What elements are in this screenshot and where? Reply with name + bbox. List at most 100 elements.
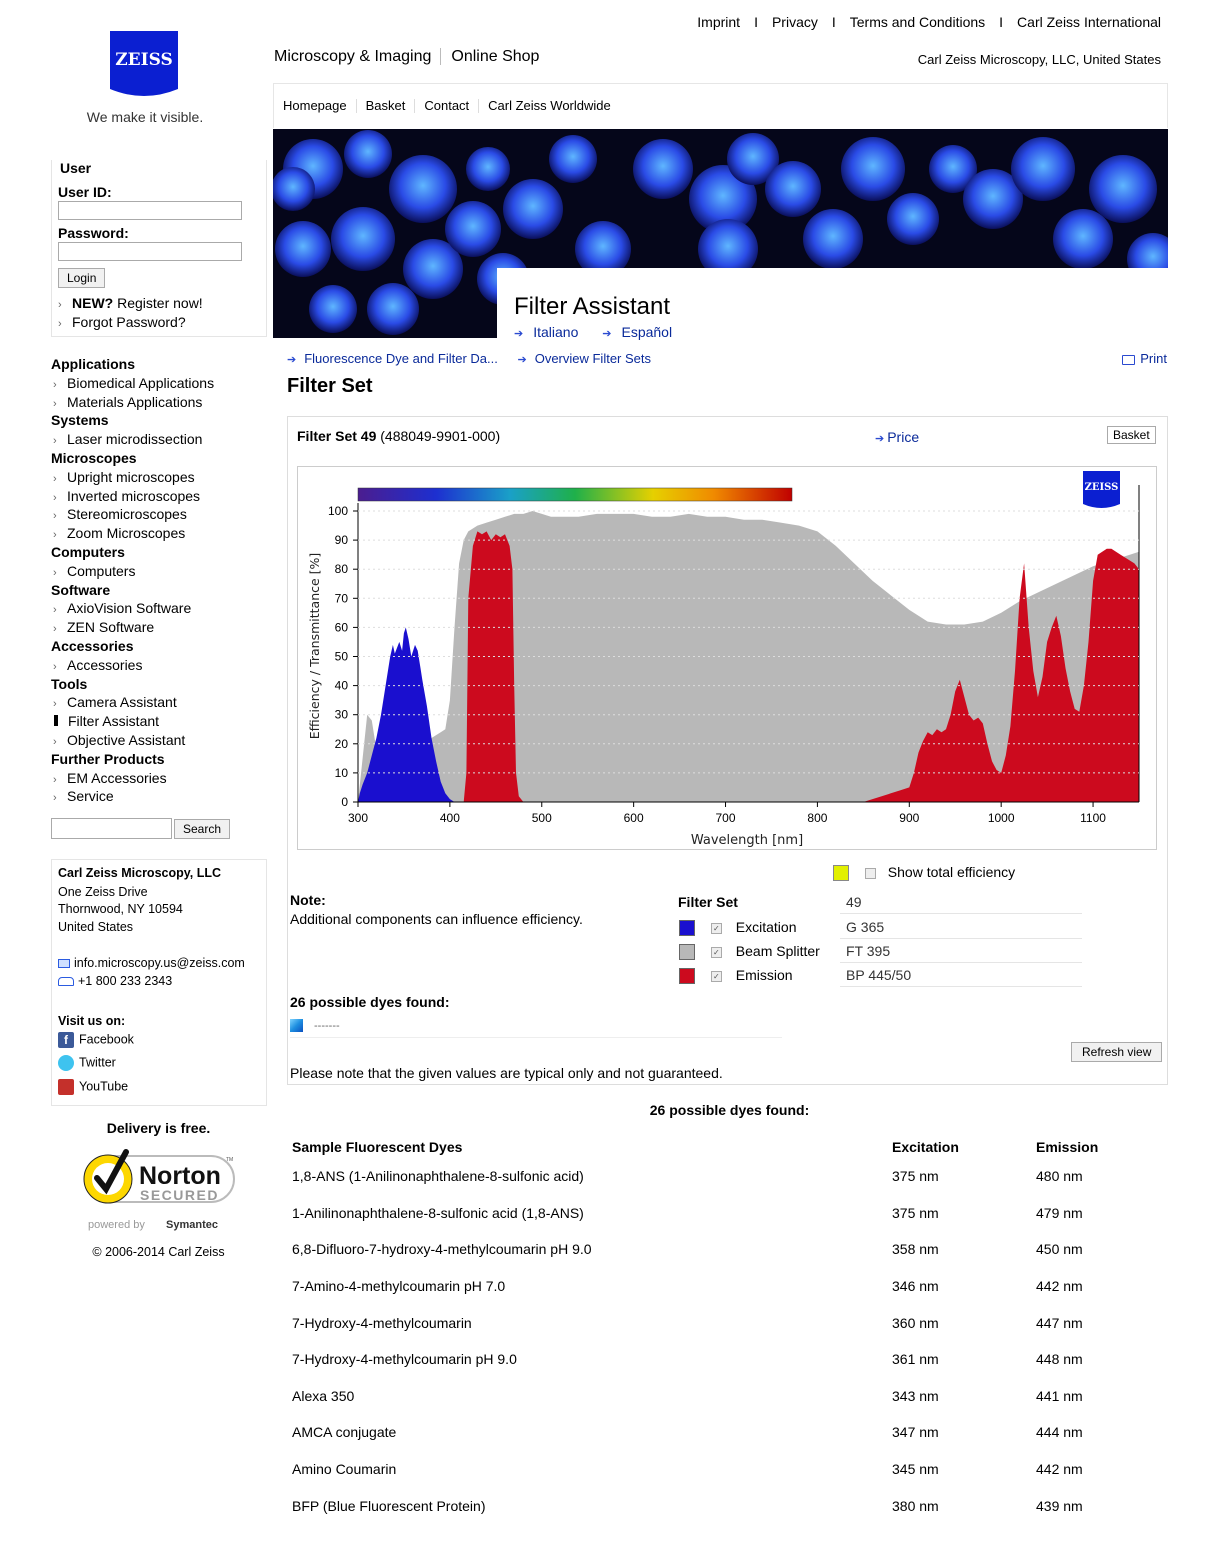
excitation-nm: 380 nm: [892, 1497, 939, 1514]
disclaimer: Please note that the given values are ty…: [290, 1065, 723, 1081]
dye-name: 1,8-ANS (1-Anilinonaphthalene-8-sulfonic…: [292, 1168, 584, 1185]
nav-homepage[interactable]: Homepage: [274, 99, 357, 113]
excitation-value: G 365: [840, 916, 1082, 939]
norton-secured-badge[interactable]: Norton TM SECURED powered by Symantec: [80, 1148, 240, 1232]
basket-button[interactable]: Basket: [1107, 426, 1156, 444]
menu-item[interactable]: › Stereomicroscopes: [51, 505, 266, 524]
cell-blob: [309, 285, 357, 333]
note-heading: Note:: [290, 892, 326, 908]
dyes-found-label: 26 possible dyes found:: [290, 994, 450, 1010]
cell-blob: [1053, 209, 1113, 269]
forgot-password-link[interactable]: › Forgot Password?: [58, 314, 186, 330]
show-total-checkbox[interactable]: [864, 867, 876, 879]
menu-heading: Microscopes: [51, 449, 137, 466]
menu-item[interactable]: › ZEN Software: [51, 618, 266, 637]
menu-item[interactable]: › AxioVision Software: [51, 599, 266, 618]
excitation-checkbox[interactable]: ✓: [710, 922, 722, 934]
menu-item[interactable]: › Biomedical Applications: [51, 374, 266, 393]
table-row: 1-Anilinonaphthalene-8-sulfonic acid (1,…: [287, 1195, 1172, 1232]
lang-italiano[interactable]: ➔ Italiano: [514, 324, 588, 340]
y-tick-label: 20: [335, 737, 349, 751]
breadcrumb-dye-database[interactable]: ➔ Fluorescence Dye and Filter Da...: [287, 351, 506, 366]
table-row: 7-Amino-4-methylcoumarin pH 7.0 346 nm 442…: [287, 1268, 1172, 1305]
menu-item[interactable]: › Service: [51, 787, 266, 806]
contact-phone: +1 800 233 2343: [58, 974, 172, 988]
brand-nav-microscopy[interactable]: Microscopy & Imaging: [274, 48, 442, 65]
user-heading: User: [60, 160, 92, 176]
price-link[interactable]: ➔ Price: [875, 429, 919, 445]
login-button[interactable]: Login: [58, 268, 106, 288]
excitation-nm: 358 nm: [892, 1241, 939, 1258]
top-link-terms[interactable]: Terms and Conditions: [850, 14, 985, 30]
beam-splitter-checkbox[interactable]: ✓: [710, 946, 722, 958]
cell-blob: [803, 209, 863, 269]
print-link[interactable]: Print: [1122, 351, 1167, 366]
register-link[interactable]: › NEW? Register now!: [58, 295, 203, 311]
emission-checkbox[interactable]: ✓: [710, 970, 722, 982]
menu-item[interactable]: › Zoom Microscopes: [51, 524, 266, 543]
nav-basket[interactable]: Basket: [357, 99, 416, 113]
contact-company: Carl Zeiss Microscopy, LLC: [58, 866, 222, 880]
menu-heading: Accessories: [51, 637, 134, 654]
dye-name: 7-Amino-4-methylcoumarin pH 7.0: [292, 1278, 506, 1295]
menu-item[interactable]: › Materials Applications: [51, 393, 266, 412]
arrow-icon: ➔: [514, 328, 524, 340]
menu-heading: Computers: [51, 543, 125, 560]
x-tick-label: 1000: [988, 811, 1015, 825]
password-label: Password:: [58, 225, 129, 241]
lang-espanol[interactable]: ➔ Español: [602, 324, 682, 340]
brand-nav-shop[interactable]: Online Shop: [441, 48, 539, 65]
zeiss-logo[interactable]: ZEISS: [110, 31, 178, 97]
search-input[interactable]: [51, 818, 172, 839]
youtube-link[interactable]: YouTube: [58, 1079, 128, 1095]
excitation-row: ✓ Excitation: [679, 919, 796, 937]
tagline: We make it visible.: [86, 109, 204, 125]
search-button[interactable]: Search: [174, 819, 231, 839]
excitation-swatch: [679, 920, 695, 937]
menu-item[interactable]: › EM Accessories: [51, 769, 266, 788]
emission-nm: 480 nm: [1036, 1168, 1083, 1185]
password-input[interactable]: [58, 242, 242, 261]
cell-blob: [887, 193, 939, 245]
user-id-input[interactable]: [58, 201, 242, 220]
printer-icon: [1122, 354, 1136, 365]
facebook-link[interactable]: f Facebook: [58, 1032, 134, 1048]
chevron-right-icon: ›: [58, 318, 62, 330]
header-dye: Sample Fluorescent Dyes: [292, 1139, 463, 1155]
chevron-right-icon: ›: [53, 472, 57, 485]
login-box: User User ID: Password: Login › NEW? Regi…: [51, 160, 267, 337]
chevron-right-icon: ›: [58, 299, 62, 311]
table-row: 7-Hydroxy-4-methylcoumarin 360 nm 447 nm: [287, 1304, 1172, 1341]
dye-select[interactable]: -------: [290, 1017, 782, 1038]
x-axis-label: Wavelength [nm]: [691, 833, 803, 848]
nav-contact[interactable]: Contact: [415, 99, 480, 113]
top-link-international[interactable]: Carl Zeiss International: [1017, 14, 1161, 30]
twitter-link[interactable]: Twitter: [58, 1055, 116, 1071]
menu-item[interactable]: › Accessories: [51, 656, 266, 675]
nav-worldwide[interactable]: Carl Zeiss Worldwide: [479, 99, 620, 113]
cell-blob: [1089, 155, 1157, 223]
menu-item[interactable]: › Computers: [51, 562, 266, 581]
menu-item[interactable]: › Upright microscopes: [51, 468, 266, 487]
arrow-icon: ➔: [517, 354, 527, 366]
y-tick-label: 70: [335, 591, 349, 605]
contact-email[interactable]: info.microscopy.us@zeiss.com: [58, 956, 245, 970]
menu-item[interactable]: › Objective Assistant: [51, 731, 266, 750]
menu-item[interactable]: › Inverted microscopes: [51, 487, 266, 506]
filter-set-title: Filter Set 49 (488049-9901-000): [297, 428, 501, 444]
refresh-view-button[interactable]: Refresh view: [1071, 1042, 1163, 1062]
dye-name: AMCA conjugate: [292, 1424, 397, 1441]
norton-name: Norton: [139, 1162, 221, 1190]
breadcrumb-overview[interactable]: ➔ Overview Filter Sets: [517, 351, 659, 366]
top-link-imprint[interactable]: Imprint: [697, 14, 740, 30]
twitter-icon: [58, 1055, 74, 1071]
total-efficiency-swatch: [833, 865, 849, 882]
filter-list-heading: Filter Set: [678, 894, 738, 910]
cell-blob: [445, 201, 501, 257]
top-link-privacy[interactable]: Privacy: [772, 14, 818, 30]
menu-item[interactable]: Filter Assistant: [51, 712, 266, 731]
menu-item[interactable]: › Camera Assistant: [51, 693, 266, 712]
menu-item[interactable]: › Laser microdissection: [51, 430, 266, 449]
excitation-nm: 375 nm: [892, 1168, 939, 1185]
y-tick-label: 10: [335, 766, 349, 780]
